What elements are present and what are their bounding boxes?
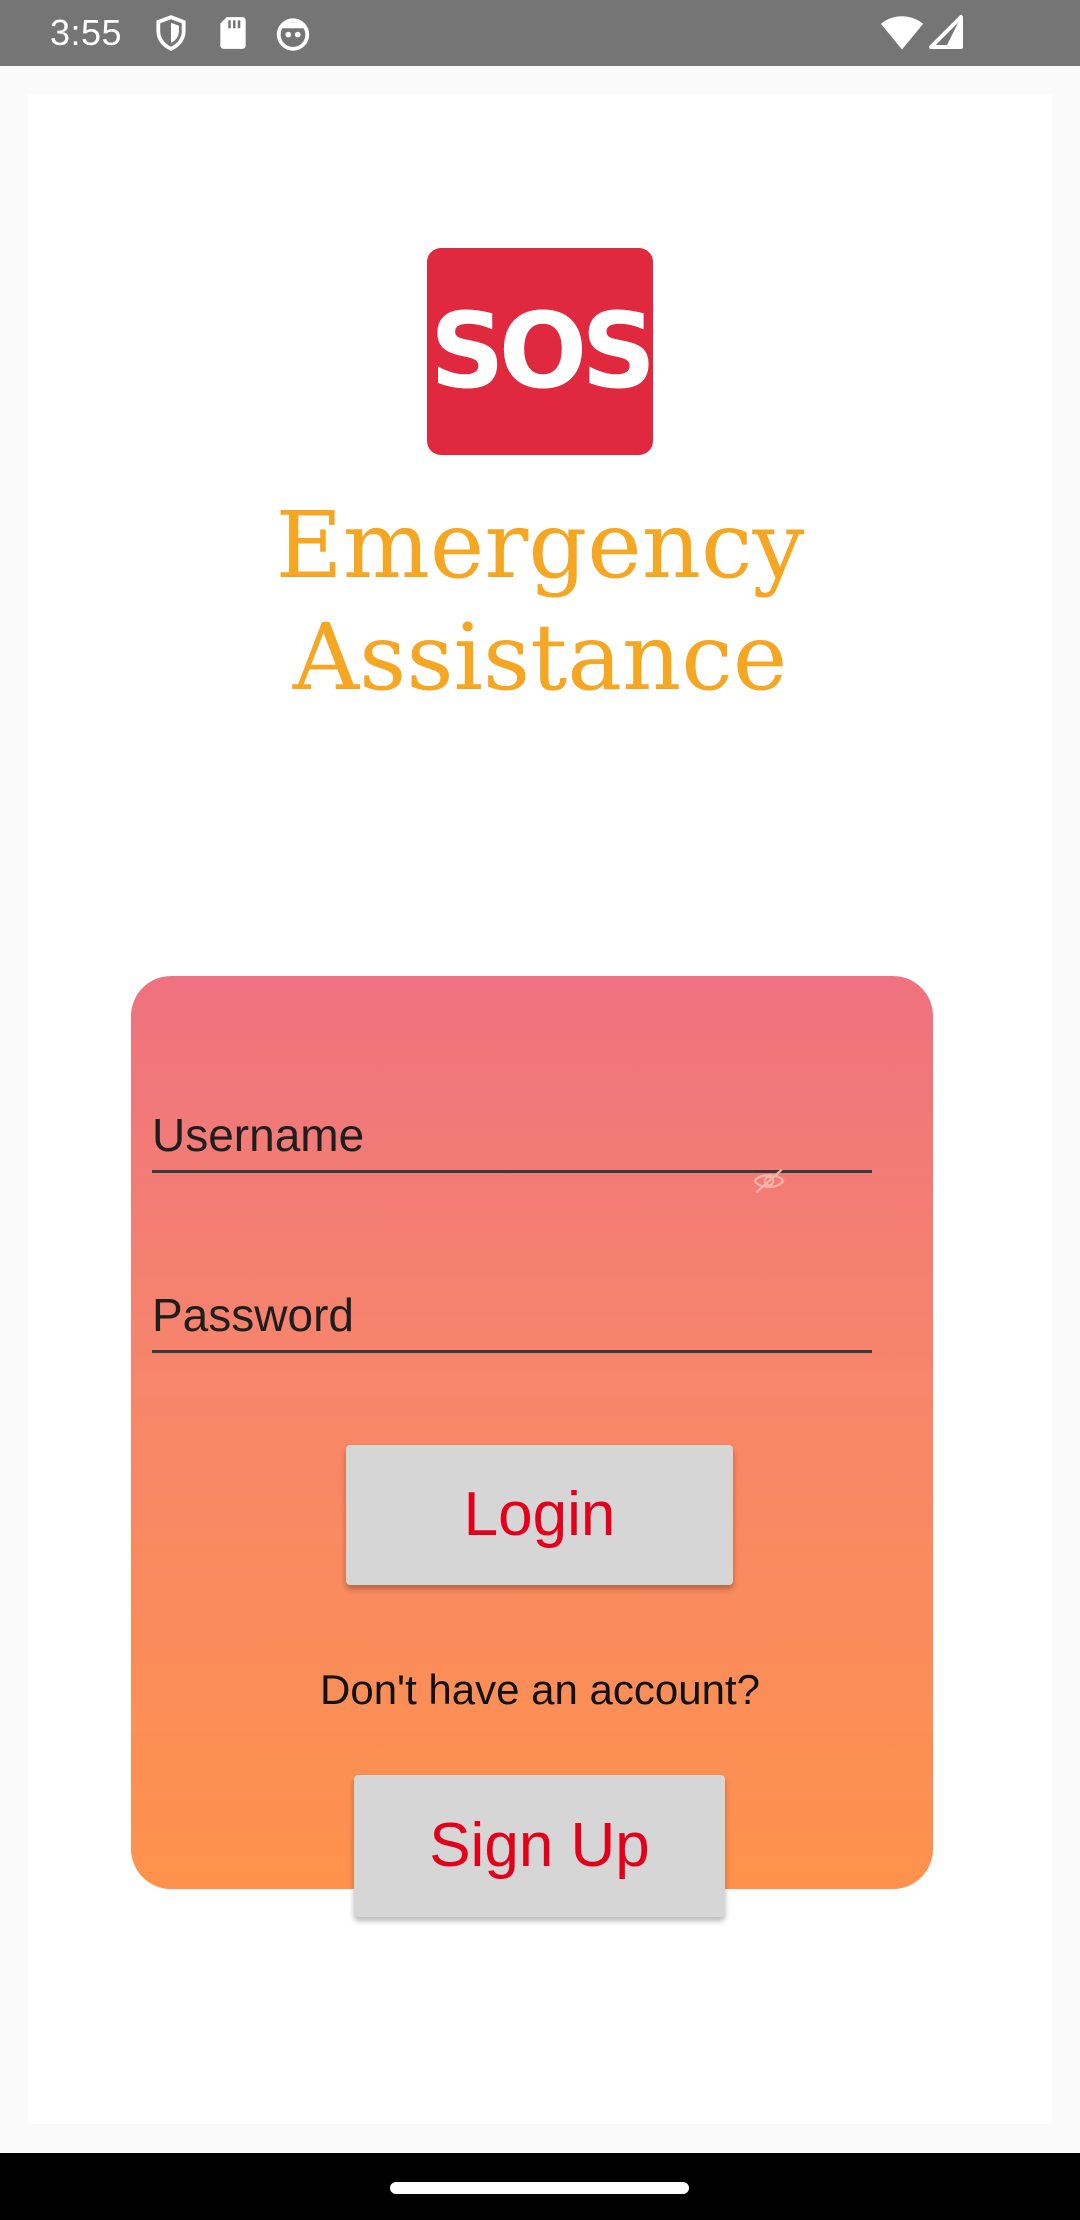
sd-card-icon — [220, 17, 246, 49]
app-title-line1: Emergency — [275, 492, 805, 599]
app-title: Emergency Assistance — [0, 490, 1080, 714]
no-account-text: Don't have an account? — [320, 1666, 760, 1713]
shield-icon — [156, 15, 186, 51]
password-field[interactable] — [152, 1280, 872, 1353]
cell-signal-icon — [929, 15, 963, 49]
home-indicator[interactable] — [390, 2182, 689, 2194]
signup-button[interactable]: Sign Up — [354, 1775, 725, 1917]
sos-logo: SOS — [427, 248, 656, 455]
username-input[interactable] — [152, 1100, 872, 1170]
status-time: 3:55 — [50, 12, 123, 53]
username-field[interactable] — [152, 1100, 872, 1173]
wifi-icon — [880, 16, 924, 50]
login-button[interactable]: Login — [346, 1445, 733, 1585]
robot-face-icon — [276, 18, 310, 51]
status-bar: 3:55 — [0, 0, 1080, 66]
password-visibility-off-icon[interactable] — [752, 1164, 786, 1198]
app-title-line2: Assistance — [292, 604, 788, 711]
password-input[interactable] — [152, 1280, 872, 1350]
